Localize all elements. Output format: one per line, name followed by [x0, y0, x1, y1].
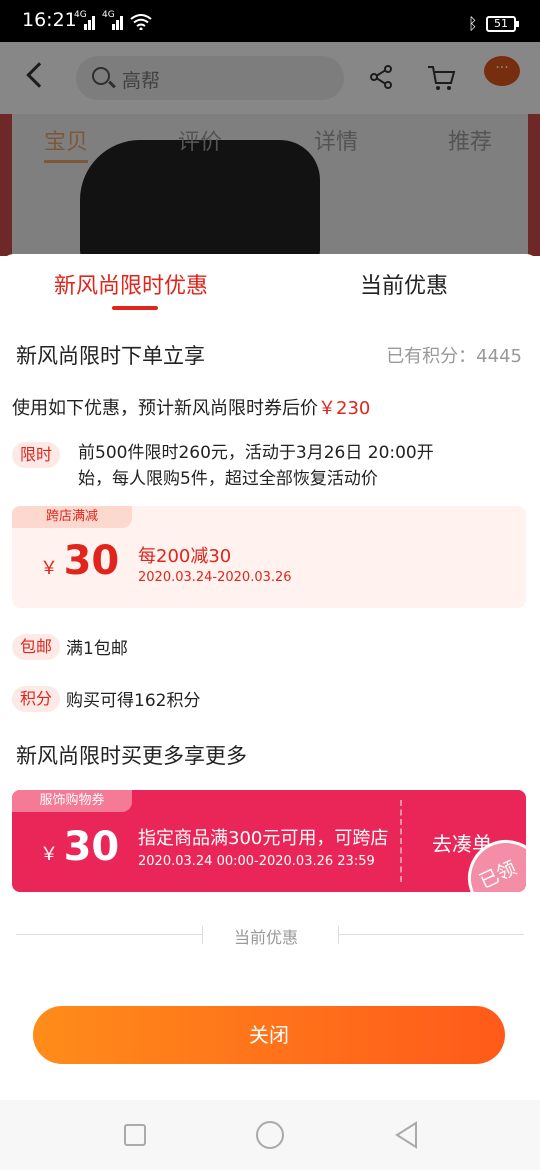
coupon-ribbon: 跨店满减: [12, 506, 132, 528]
bluetooth-icon: ᛒ: [468, 14, 478, 33]
section-title: 新风尚限时买更多享更多: [16, 744, 247, 768]
signal-icon: 4G: [102, 10, 124, 30]
tab-current-offer[interactable]: 当前优惠: [360, 268, 448, 300]
apparel-coupon[interactable]: 服饰购物券 ￥ 30 指定商品满300元可用，可跨店 2020.03.24 00…: [12, 790, 526, 892]
battery-icon: 51: [486, 16, 519, 32]
coupon-amount: ￥ 30: [40, 538, 120, 584]
divider-line: [16, 934, 202, 935]
system-nav-bar: [0, 1100, 540, 1170]
limited-text: 前500件限时260元，活动于3月26日 20:00开始，每人限购5件，超过全部…: [78, 443, 434, 489]
coupon-date: 2020.03.24-2020.03.26: [138, 570, 292, 585]
section-title: 新风尚限时下单立享: [16, 344, 205, 368]
estimate-price: ￥230: [318, 398, 371, 419]
store-discount-coupon: 跨店满减 ￥ 30 每200减30 2020.03.24-2020.03.26: [12, 506, 526, 608]
coupon-ribbon: 服饰购物券: [12, 790, 132, 812]
wifi-icon: [130, 14, 152, 30]
signal-icon: 4G: [74, 10, 96, 30]
coupon-amount: ￥ 30: [40, 824, 120, 870]
recents-icon[interactable]: [124, 1124, 146, 1146]
divider-line: [338, 934, 524, 935]
points-reward-text: 购买可得162积分: [66, 691, 201, 711]
coupon-date: 2020.03.24 00:00-2020.03.26 23:59: [138, 854, 375, 869]
promotion-sheet: 新风尚限时优惠 当前优惠 新风尚限时下单立享 已有积分：4445 使用如下优惠，…: [0, 254, 540, 1100]
points-label: 已有积分：4445: [386, 346, 522, 367]
shipping-tag: 包邮: [12, 634, 61, 660]
status-bar: 16:21 4G 4G ᛒ 51: [0, 0, 540, 42]
back-triangle-icon[interactable]: [392, 1120, 422, 1150]
points-tag: 积分: [12, 686, 61, 712]
limited-tag: 限时: [12, 442, 61, 468]
home-icon[interactable]: [256, 1121, 284, 1149]
coupon-divider: [400, 800, 402, 882]
tab-indicator: [112, 306, 158, 310]
dim-overlay[interactable]: [0, 42, 540, 256]
estimate-text: 使用如下优惠，预计新风尚限时券后价￥230: [12, 398, 371, 419]
divider-label: 当前优惠: [234, 928, 299, 947]
coupon-rule: 每200减30: [138, 546, 232, 567]
close-button[interactable]: 关闭: [33, 1006, 505, 1064]
coupon-rule: 指定商品满300元可用，可跨店: [138, 828, 389, 849]
status-time: 16:21: [22, 9, 77, 31]
tab-limited-offer[interactable]: 新风尚限时优惠: [54, 268, 208, 300]
shipping-text: 满1包邮: [66, 639, 128, 659]
